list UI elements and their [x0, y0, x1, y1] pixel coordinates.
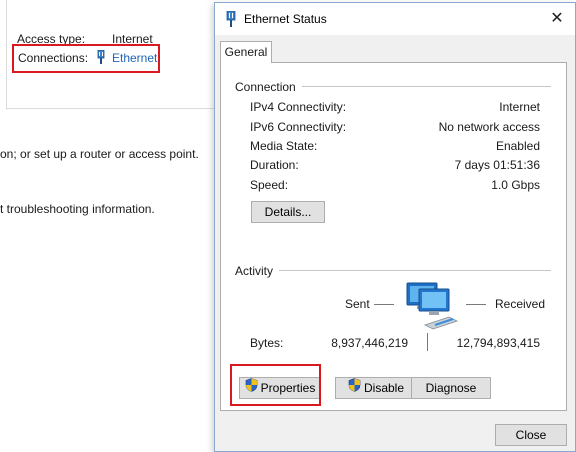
- highlight-box-connections: [12, 44, 160, 73]
- speed-value: 1.0 Gbps: [491, 178, 540, 192]
- disable-button-label: Disable: [363, 381, 405, 395]
- bytes-received-value: 12,794,893,415: [456, 336, 540, 350]
- divider: [6, 0, 7, 110]
- disable-button[interactable]: Disable: [335, 377, 417, 399]
- media-state-label: Media State:: [250, 139, 318, 153]
- diagnose-button[interactable]: Diagnose: [411, 377, 491, 399]
- close-button[interactable]: Close: [495, 424, 567, 446]
- uac-shield-icon: [348, 378, 361, 398]
- group-divider: [235, 270, 551, 271]
- bytes-sent-value: 8,937,446,219: [331, 336, 408, 350]
- ipv6-connectivity-value: No network access: [438, 120, 540, 134]
- ipv4-connectivity-value: Internet: [499, 100, 540, 114]
- title-bar: Ethernet Status ✕: [215, 3, 575, 35]
- bytes-separator: [427, 333, 428, 351]
- sent-dash: [374, 304, 394, 305]
- ethernet-icon: [225, 10, 237, 27]
- close-icon[interactable]: ✕: [543, 7, 571, 31]
- duration-label: Duration:: [250, 158, 299, 172]
- ipv6-connectivity-label: IPv6 Connectivity:: [250, 120, 347, 134]
- speed-label: Speed:: [250, 178, 289, 192]
- details-button[interactable]: Details...: [251, 201, 325, 223]
- troubleshooting-text: t troubleshooting information.: [0, 202, 155, 216]
- bytes-label: Bytes:: [250, 336, 284, 350]
- setup-router-text: on; or set up a router or access point.: [0, 147, 199, 161]
- network-activity-icon: [405, 281, 461, 336]
- divider: [6, 108, 216, 109]
- ipv4-connectivity-label: IPv4 Connectivity:: [250, 100, 347, 114]
- duration-value: 7 days 01:51:36: [454, 158, 540, 172]
- general-tab-panel: Connection IPv4 Connectivity: Internet I…: [220, 62, 567, 411]
- activity-group-label: Activity: [235, 264, 280, 278]
- dialog-title: Ethernet Status: [244, 12, 327, 26]
- tab-general[interactable]: General: [220, 41, 272, 63]
- media-state-value: Enabled: [495, 139, 540, 153]
- received-label: Received: [495, 297, 546, 311]
- highlight-box-properties: [230, 364, 321, 406]
- sent-label: Sent: [345, 297, 370, 311]
- connection-group-label: Connection: [235, 80, 302, 94]
- received-dash: [466, 304, 486, 305]
